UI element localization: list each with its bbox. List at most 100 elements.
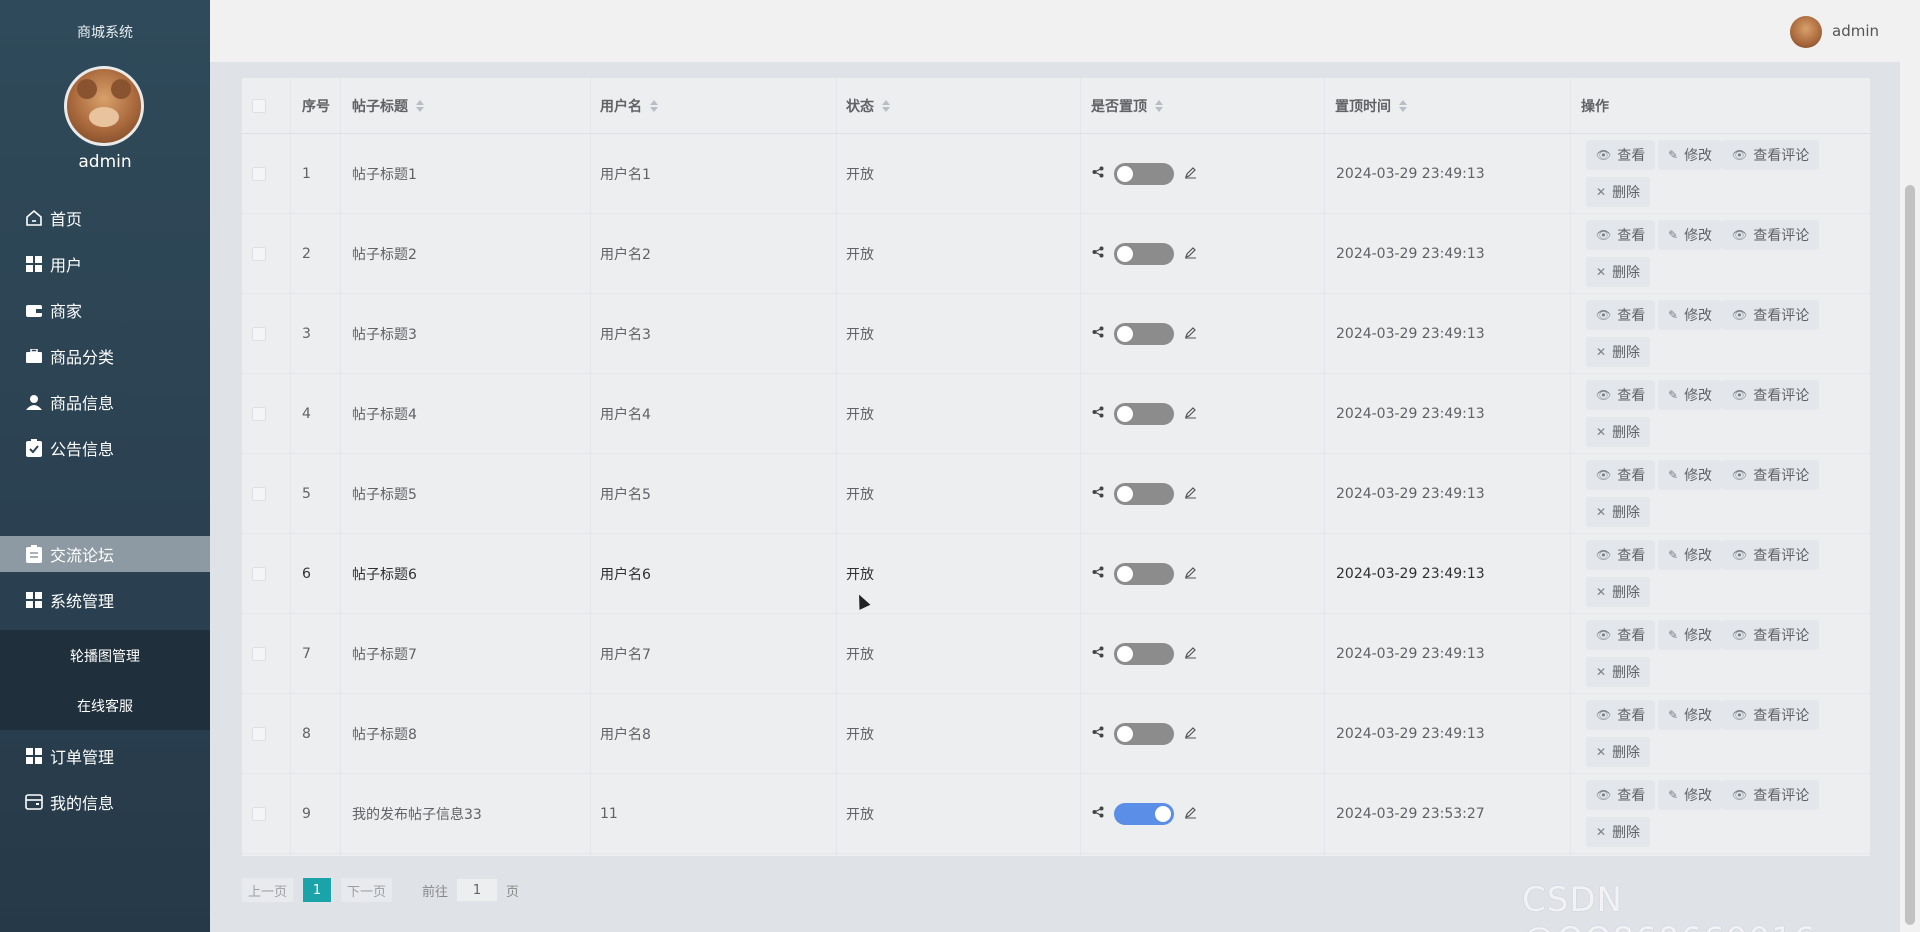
view-button[interactable]: 👁︎ 查看	[1586, 700, 1656, 730]
row-checkbox[interactable]	[252, 454, 266, 534]
sidebar-item-users[interactable]: 用户	[0, 246, 210, 282]
edit-pencil-icon[interactable]	[1184, 486, 1197, 503]
edit-button[interactable]: ✎ 修改	[1658, 140, 1723, 170]
delete-button[interactable]: ✕ 删除	[1586, 657, 1651, 687]
col-pinned[interactable]: 是否置顶	[1091, 78, 1163, 134]
submenu-item-carousel[interactable]: 轮播图管理	[0, 646, 210, 666]
edit-button[interactable]: ✎ 修改	[1658, 300, 1723, 330]
table-row[interactable]: 7 帖子标题7 用户名7 开放 2024-03-29 23:49:13 👁︎ 查看 ✎ 修改 👁︎…	[242, 614, 1870, 694]
sort-icon[interactable]	[882, 100, 890, 112]
pinned-toggle[interactable]	[1114, 163, 1174, 185]
row-checkbox[interactable]	[252, 774, 266, 854]
edit-button[interactable]: ✎ 修改	[1658, 380, 1723, 410]
col-pin-time[interactable]: 置顶时间	[1335, 78, 1407, 134]
pinned-toggle[interactable]	[1114, 563, 1174, 585]
edit-pencil-icon[interactable]	[1184, 166, 1197, 183]
sidebar-item-products[interactable]: 商品信息	[0, 384, 210, 420]
edit-button[interactable]: ✎ 修改	[1658, 220, 1723, 250]
sidebar-item-forum[interactable]: 交流论坛	[0, 536, 210, 572]
page-number-current[interactable]: 1	[303, 878, 332, 902]
sort-icon[interactable]	[1399, 100, 1407, 112]
table-row[interactable]: 2 帖子标题2 用户名2 开放 2024-03-29 23:49:13 👁︎ 查看 ✎ 修改 👁︎…	[242, 214, 1870, 294]
sort-icon[interactable]	[1155, 100, 1163, 112]
view-comments-button[interactable]: 👁︎ 查看评论	[1722, 300, 1820, 330]
view-button[interactable]: 👁︎ 查看	[1586, 140, 1656, 170]
sidebar-item-categories[interactable]: 商品分类	[0, 338, 210, 374]
row-checkbox[interactable]	[252, 214, 266, 294]
table-row[interactable]: 4 帖子标题4 用户名4 开放 2024-03-29 23:49:13 👁︎ 查看 ✎ 修改 👁︎…	[242, 374, 1870, 454]
view-comments-button[interactable]: 👁︎ 查看评论	[1722, 540, 1820, 570]
header-avatar[interactable]	[1790, 16, 1822, 48]
view-comments-button[interactable]: 👁︎ 查看评论	[1722, 380, 1820, 410]
edit-pencil-icon[interactable]	[1184, 726, 1197, 743]
pinned-toggle[interactable]	[1114, 403, 1174, 425]
delete-button[interactable]: ✕ 删除	[1586, 817, 1651, 847]
row-checkbox[interactable]	[252, 134, 266, 214]
delete-button[interactable]: ✕ 删除	[1586, 177, 1651, 207]
next-page-button[interactable]: 下一页	[341, 878, 393, 902]
row-checkbox[interactable]	[252, 374, 266, 454]
table-row[interactable]: 8 帖子标题8 用户名8 开放 2024-03-29 23:49:13 👁︎ 查看 ✎ 修改 👁︎…	[242, 694, 1870, 774]
submenu-item-online-service[interactable]: 在线客服	[0, 696, 210, 716]
delete-button[interactable]: ✕ 删除	[1586, 337, 1651, 367]
pinned-toggle[interactable]	[1114, 723, 1174, 745]
prev-page-button[interactable]: 上一页	[242, 878, 294, 902]
sidebar-item-profile[interactable]: 我的信息	[0, 784, 210, 820]
edit-pencil-icon[interactable]	[1184, 406, 1197, 423]
col-title[interactable]: 帖子标题	[352, 78, 424, 134]
table-row[interactable]: 6 帖子标题6 用户名6 开放 2024-03-29 23:49:13 👁︎ 查看 ✎ 修改 👁︎…	[242, 534, 1870, 614]
edit-button[interactable]: ✎ 修改	[1658, 620, 1723, 650]
edit-button[interactable]: ✎ 修改	[1658, 540, 1723, 570]
table-row[interactable]: 9 我的发布帖子信息33 11 开放 2024-03-29 23:53:27 👁︎ 查看 ✎ 修…	[242, 774, 1870, 854]
header-username[interactable]: admin	[1832, 22, 1879, 40]
scrollbar-thumb[interactable]	[1905, 185, 1915, 925]
edit-pencil-icon[interactable]	[1184, 566, 1197, 583]
row-checkbox[interactable]	[252, 294, 266, 374]
delete-button[interactable]: ✕ 删除	[1586, 577, 1651, 607]
sort-icon[interactable]	[650, 100, 658, 112]
view-comments-button[interactable]: 👁︎ 查看评论	[1722, 620, 1820, 650]
sort-icon[interactable]	[416, 100, 424, 112]
edit-button[interactable]: ✎ 修改	[1658, 700, 1723, 730]
page-scrollbar[interactable]	[1900, 0, 1920, 932]
edit-pencil-icon[interactable]	[1184, 646, 1197, 663]
table-row[interactable]: 5 帖子标题5 用户名5 开放 2024-03-29 23:49:13 👁︎ 查看 ✎ 修改 👁︎…	[242, 454, 1870, 534]
sidebar-item-system[interactable]: 系统管理	[0, 582, 210, 618]
select-all-checkbox[interactable]	[252, 78, 266, 134]
delete-button[interactable]: ✕ 删除	[1586, 417, 1651, 447]
view-button[interactable]: 👁︎ 查看	[1586, 220, 1656, 250]
view-button[interactable]: 👁︎ 查看	[1586, 300, 1656, 330]
view-button[interactable]: 👁︎ 查看	[1586, 380, 1656, 410]
view-comments-button[interactable]: 👁︎ 查看评论	[1722, 460, 1820, 490]
edit-button[interactable]: ✎ 修改	[1658, 780, 1723, 810]
edit-pencil-icon[interactable]	[1184, 246, 1197, 263]
edit-pencil-icon[interactable]	[1184, 326, 1197, 343]
sidebar-item-home[interactable]: 首页	[0, 200, 210, 236]
goto-page-input[interactable]: 1	[456, 878, 499, 902]
pinned-toggle[interactable]	[1114, 643, 1174, 665]
edit-pencil-icon[interactable]	[1184, 806, 1197, 823]
delete-button[interactable]: ✕ 删除	[1586, 737, 1651, 767]
col-status[interactable]: 状态	[846, 78, 890, 134]
delete-button[interactable]: ✕ 删除	[1586, 257, 1651, 287]
view-button[interactable]: 👁︎ 查看	[1586, 780, 1656, 810]
view-comments-button[interactable]: 👁︎ 查看评论	[1722, 700, 1820, 730]
col-username[interactable]: 用户名	[600, 78, 658, 134]
table-row[interactable]: 1 帖子标题1 用户名1 开放 2024-03-29 23:49:13 👁︎ 查看 ✎ 修改 👁︎…	[242, 134, 1870, 214]
view-comments-button[interactable]: 👁︎ 查看评论	[1722, 780, 1820, 810]
delete-button[interactable]: ✕ 删除	[1586, 497, 1651, 527]
edit-button[interactable]: ✎ 修改	[1658, 460, 1723, 490]
pinned-toggle[interactable]	[1114, 243, 1174, 265]
pinned-toggle[interactable]	[1114, 323, 1174, 345]
row-checkbox[interactable]	[252, 694, 266, 774]
row-checkbox[interactable]	[252, 534, 266, 614]
table-row[interactable]: 3 帖子标题3 用户名3 开放 2024-03-29 23:49:13 👁︎ 查看 ✎ 修改 👁︎…	[242, 294, 1870, 374]
sidebar-item-notices[interactable]: 公告信息	[0, 430, 210, 466]
pinned-toggle[interactable]	[1114, 803, 1174, 825]
view-button[interactable]: 👁︎ 查看	[1586, 540, 1656, 570]
view-button[interactable]: 👁︎ 查看	[1586, 620, 1656, 650]
view-button[interactable]: 👁︎ 查看	[1586, 460, 1656, 490]
row-checkbox[interactable]	[252, 614, 266, 694]
view-comments-button[interactable]: 👁︎ 查看评论	[1722, 140, 1820, 170]
pinned-toggle[interactable]	[1114, 483, 1174, 505]
